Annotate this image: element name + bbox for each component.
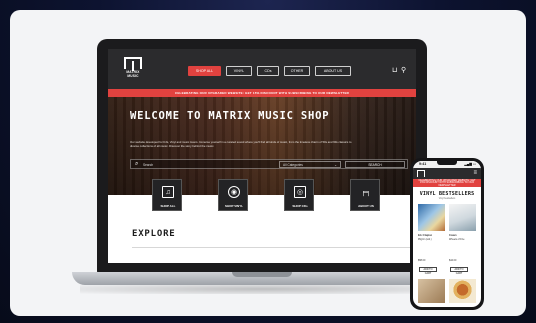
category-select[interactable]: All Categories ⌄ [279, 161, 341, 168]
logo-mark-icon: ╒╕ [361, 188, 371, 196]
search-button[interactable]: SEARCH [345, 161, 405, 168]
page-background: MATRIX MUSIC SHOP ALL VINYL CDs OTHER AB… [0, 0, 536, 323]
product-title[interactable]: Cream [449, 234, 476, 237]
search-bar: ⌕ Search All Categories ⌄ SEARCH [130, 159, 408, 169]
search-icon: ⌕ [135, 161, 139, 167]
menu-icon[interactable]: ≡ [473, 170, 477, 177]
logo-mark-icon[interactable] [417, 170, 425, 177]
signal-battery-icon: ▂▄▆ ▭ [464, 162, 476, 166]
hero-description: Our website developed for DJs, Vinyl and… [130, 140, 352, 148]
chevron-down-icon: ⌄ [334, 163, 337, 167]
status-time: 9:41 [419, 162, 427, 166]
laptop-notch [232, 272, 292, 277]
cart-icon[interactable]: ⊔ [392, 67, 397, 75]
tile-label: SHOP VINYL [224, 204, 244, 208]
phone: 9:41 ▂▄▆ ▭ ≡ CELEBRATING OUR UPGRADED WE… [410, 158, 484, 310]
hero-title: WELCOME TO MATRIX MUSIC SHOP [130, 110, 330, 122]
cd-icon: ◎ [294, 186, 306, 198]
product-subtitle: Pilgrim (Ltd.) [418, 238, 432, 241]
album-cover-image[interactable] [449, 204, 476, 231]
phone-section-subtitle: Vinyl bestsellers [438, 198, 456, 200]
tile-shop-all[interactable]: ♫ SHOP ALL [152, 179, 182, 211]
tile-about-us[interactable]: ╒╕ ABOUT US [350, 179, 380, 211]
phone-promo-banner: CELEBRATING OUR UPGRADED WEBSITE: GET 15… [413, 179, 481, 187]
product-price: $44.00 [449, 259, 457, 262]
album-cover-image[interactable] [449, 279, 476, 303]
phone-status-bar: 9:41 ▂▄▆ ▭ [413, 161, 481, 168]
product-price: $58.00 [418, 259, 426, 262]
site-header: MATRIX MUSIC SHOP ALL VINYL CDs OTHER AB… [108, 49, 416, 89]
logo-mark-icon [124, 57, 142, 71]
phone-header: ≡ [413, 168, 481, 179]
divider [132, 247, 412, 248]
explore-heading: EXPLORE [132, 229, 176, 239]
product-title[interactable]: Eric Clapton [418, 234, 445, 237]
nav-shop-all[interactable]: SHOP ALL [188, 66, 221, 76]
search-input[interactable]: Search [143, 163, 153, 167]
tile-shop-cds[interactable]: ◎ SHOP CDs [284, 179, 314, 211]
mockup-card: MATRIX MUSIC SHOP ALL VINYL CDs OTHER AB… [10, 10, 526, 316]
add-to-cart-button[interactable]: ADD TO CART [450, 267, 468, 275]
record-sleeve-icon: ♫ [162, 186, 174, 198]
promo-banner: CELEBRATING OUR UPGRADED WEBSITE: GET 15… [108, 89, 416, 97]
album-cover-image[interactable] [418, 204, 445, 231]
phone-notch [437, 161, 457, 165]
add-to-cart-button[interactable]: ADD TO CART [419, 267, 437, 275]
laptop: MATRIX MUSIC SHOP ALL VINYL CDs OTHER AB… [97, 39, 427, 273]
vinyl-record-icon: ◉ [228, 186, 240, 198]
laptop-shadow [80, 284, 444, 294]
nav-about-us[interactable]: ABOUT US [315, 66, 351, 76]
category-value: All Categories [283, 163, 303, 167]
site-logo[interactable]: MATRIX MUSIC [122, 55, 144, 81]
nav-vinyl[interactable]: VINYL [226, 66, 252, 76]
phone-screen: 9:41 ▂▄▆ ▭ ≡ CELEBRATING OUR UPGRADED WE… [413, 161, 481, 307]
nav-other[interactable]: OTHER [284, 66, 310, 76]
tile-label: ABOUT US [358, 204, 374, 208]
user-icon[interactable]: ⚲ [401, 67, 406, 75]
laptop-screen: MATRIX MUSIC SHOP ALL VINYL CDs OTHER AB… [108, 49, 416, 263]
phone-section-title: VINYL BESTSELLERS [419, 191, 475, 197]
nav-cds[interactable]: CDs [257, 66, 279, 76]
tile-label: SHOP ALL [160, 204, 176, 208]
tile-label: SHOP CDs [292, 204, 308, 208]
product-subtitle: Wheels of Fire [449, 238, 465, 241]
album-cover-image[interactable] [418, 279, 445, 303]
logo-text: MATRIX MUSIC [126, 70, 140, 78]
tile-shop-vinyl[interactable]: ◉ SHOP VINYL [218, 179, 248, 211]
